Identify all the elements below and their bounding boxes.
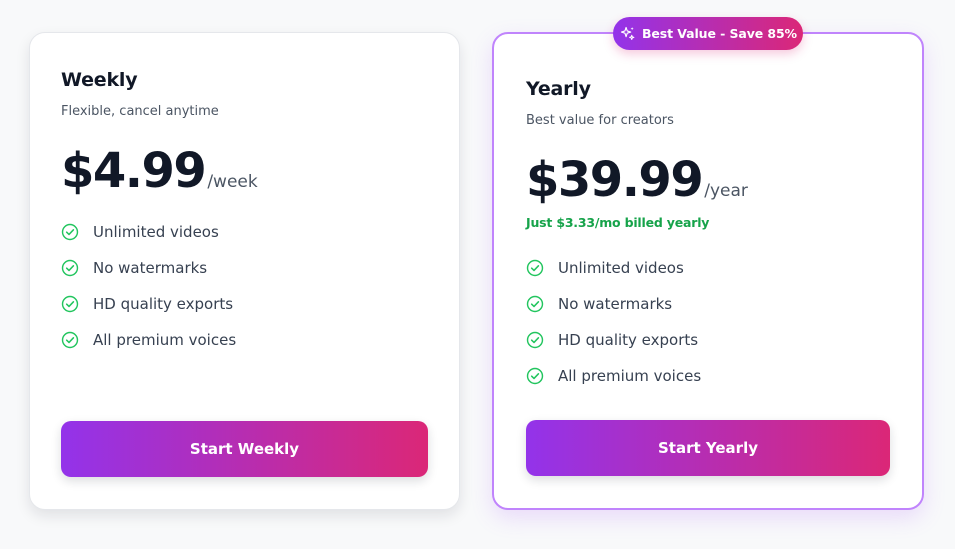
feature-label: Unlimited videos <box>93 223 219 241</box>
price-row: $4.99 /week <box>61 147 258 195</box>
check-circle-icon <box>61 295 79 313</box>
plan-name: Yearly <box>526 78 591 100</box>
feature-item: All premium voices <box>526 358 701 394</box>
feature-label: HD quality exports <box>558 331 699 349</box>
check-circle-icon <box>61 331 79 349</box>
feature-item: No watermarks <box>526 286 701 322</box>
price-period: /week <box>207 172 258 192</box>
best-value-badge: Best Value - Save 85% <box>613 17 803 50</box>
feature-label: HD quality exports <box>93 295 234 313</box>
price-row: $39.99 /year <box>526 156 748 204</box>
price-period: /year <box>704 181 748 201</box>
feature-label: No watermarks <box>93 259 208 277</box>
feature-label: All premium voices <box>558 367 702 385</box>
feature-item: HD quality exports <box>526 322 701 358</box>
plan-description: Flexible, cancel anytime <box>61 104 219 119</box>
feature-list: Unlimited videos No watermarks HD qualit… <box>526 250 701 394</box>
feature-item: HD quality exports <box>61 286 236 322</box>
sparkles-icon <box>619 25 636 42</box>
billing-note: Just $3.33/mo billed yearly <box>526 215 710 230</box>
check-circle-icon <box>526 367 544 385</box>
plan-description: Best value for creators <box>526 113 674 128</box>
price: $4.99 <box>61 143 207 199</box>
check-circle-icon <box>61 259 79 277</box>
start-yearly-button[interactable]: Start Yearly <box>526 420 890 476</box>
feature-label: All premium voices <box>93 331 237 349</box>
check-circle-icon <box>526 259 544 277</box>
feature-label: Unlimited videos <box>558 259 684 277</box>
feature-item: Unlimited videos <box>61 214 236 250</box>
badge-label: Best Value - Save 85% <box>642 26 797 41</box>
price: $39.99 <box>526 152 704 208</box>
start-weekly-button[interactable]: Start Weekly <box>61 421 428 477</box>
yearly-plan-card: Yearly Best value for creators $39.99 /y… <box>492 32 924 510</box>
plan-name: Weekly <box>61 69 138 91</box>
check-circle-icon <box>526 331 544 349</box>
weekly-plan-card: Weekly Flexible, cancel anytime $4.99 /w… <box>29 32 460 510</box>
feature-item: No watermarks <box>61 250 236 286</box>
feature-item: All premium voices <box>61 322 236 358</box>
feature-list: Unlimited videos No watermarks HD qualit… <box>61 214 236 358</box>
feature-item: Unlimited videos <box>526 250 701 286</box>
check-circle-icon <box>61 223 79 241</box>
check-circle-icon <box>526 295 544 313</box>
feature-label: No watermarks <box>558 295 673 313</box>
